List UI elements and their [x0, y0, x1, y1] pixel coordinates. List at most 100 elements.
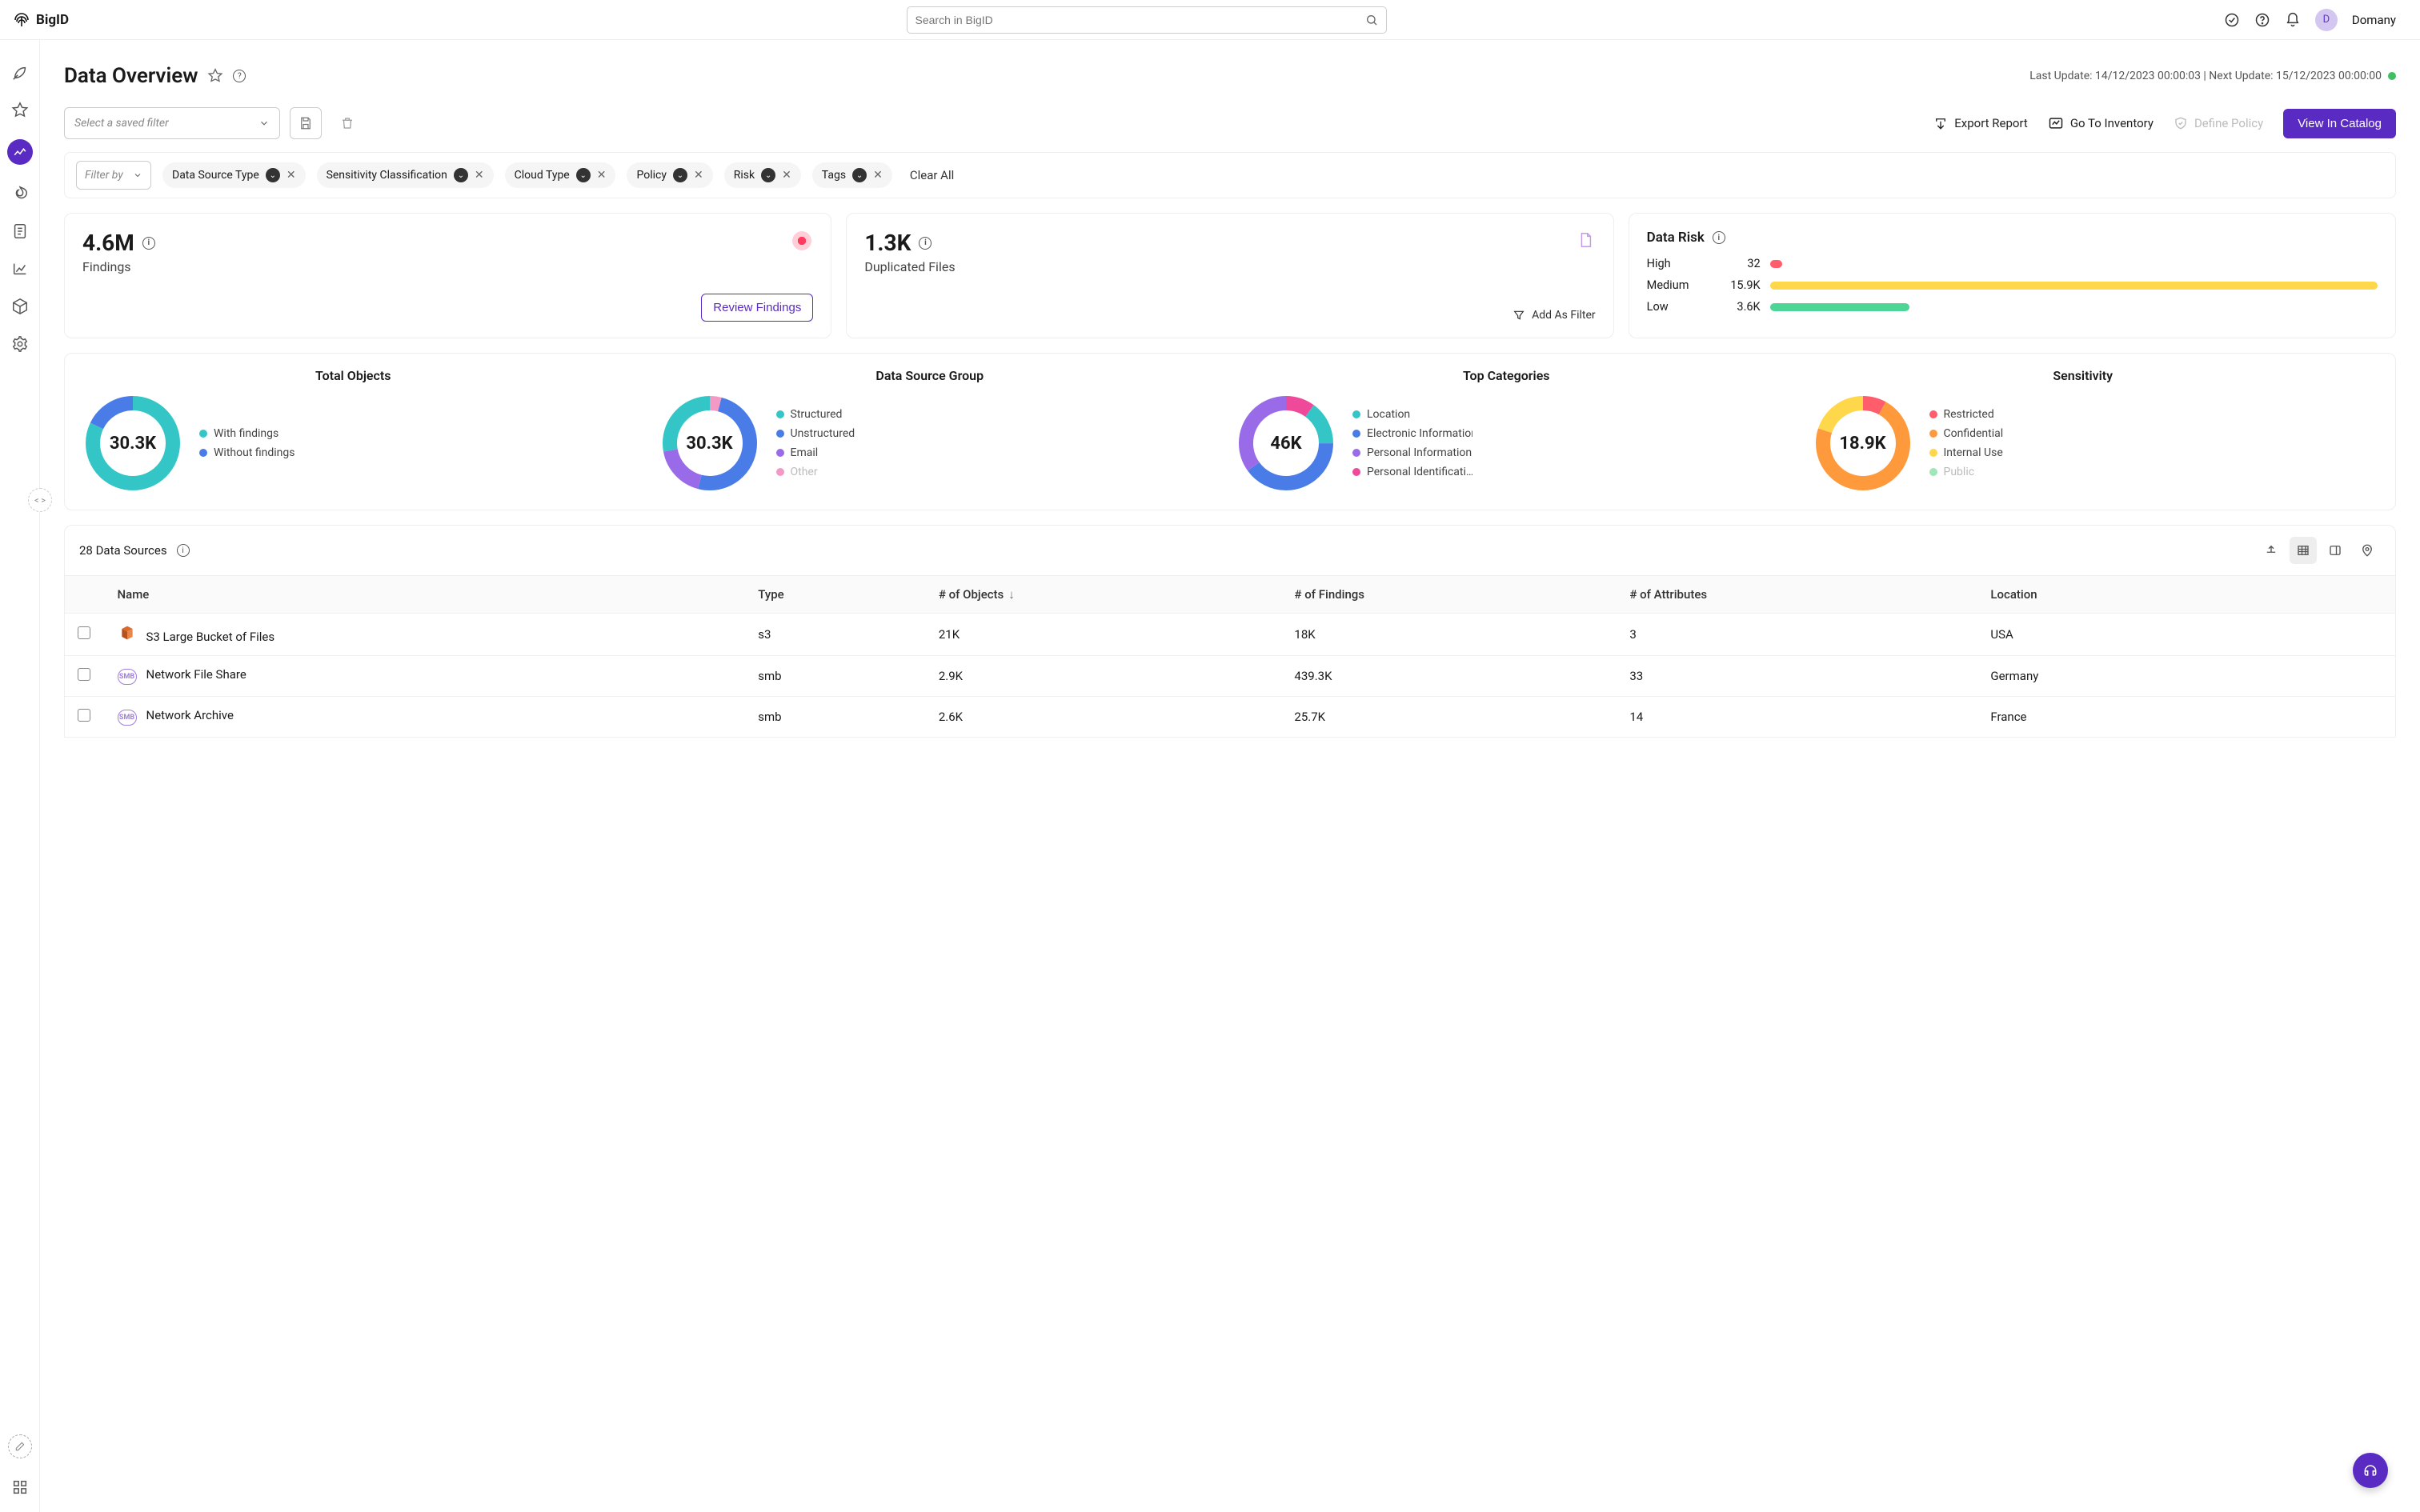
view-in-catalog-button[interactable]: View In Catalog: [2283, 109, 2396, 138]
legend-item[interactable]: Structured: [776, 408, 855, 421]
chevron-down-icon[interactable]: ⌄: [852, 168, 867, 182]
table-header[interactable]: Type: [745, 576, 926, 614]
filter-by-select[interactable]: Filter by: [76, 161, 151, 190]
legend-label: Other: [791, 466, 818, 478]
chevron-down-icon[interactable]: ⌄: [266, 168, 280, 182]
table-header[interactable]: Location: [1977, 576, 2235, 614]
favorite-star-icon[interactable]: [207, 68, 223, 84]
risk-bar: [1770, 260, 1782, 268]
table-header[interactable]: Name: [105, 576, 746, 614]
nav-gear-icon[interactable]: [11, 335, 29, 353]
nav-cube-icon[interactable]: [11, 298, 29, 315]
chevron-down-icon[interactable]: ⌄: [454, 168, 468, 182]
main-content: Data Overview ? Last Update: 14/12/2023 …: [40, 40, 2420, 1512]
legend-label: Restricted: [1944, 408, 1994, 421]
table-view-button[interactable]: [2290, 537, 2317, 564]
go-to-inventory-button[interactable]: Go To Inventory: [2048, 115, 2154, 131]
legend-item[interactable]: Personal Information: [1352, 446, 1472, 459]
filter-chip[interactable]: Sensitivity Classification ⌄ ✕: [317, 162, 494, 188]
table-header[interactable]: # of Objects↓: [926, 576, 1282, 614]
donut-chart[interactable]: 18.9K: [1811, 391, 1915, 495]
export-report-button[interactable]: Export Report: [1933, 116, 2028, 130]
bell-icon[interactable]: [2285, 12, 2301, 28]
chip-close-icon[interactable]: ✕: [286, 169, 296, 182]
delete-filter-button[interactable]: [331, 107, 363, 139]
saved-filter-select[interactable]: Select a saved filter: [64, 107, 280, 139]
page-info-icon[interactable]: ?: [233, 70, 246, 82]
save-filter-button[interactable]: [290, 107, 322, 139]
data-risk-info-icon[interactable]: i: [1713, 231, 1725, 244]
row-checkbox[interactable]: [78, 626, 90, 639]
legend-item[interactable]: Electronic Information: [1352, 427, 1472, 440]
chevron-down-icon[interactable]: ⌄: [761, 168, 775, 182]
global-search[interactable]: [907, 6, 1387, 34]
legend-item[interactable]: Without findings: [199, 446, 294, 459]
donut-center-value: 30.3K: [81, 391, 185, 495]
legend-dot-icon: [776, 449, 784, 457]
review-findings-button[interactable]: Review Findings: [701, 294, 813, 322]
legend-item[interactable]: Unstructured: [776, 427, 855, 440]
legend-item[interactable]: Internal Use: [1929, 446, 2004, 459]
filter-chip[interactable]: Cloud Type ⌄ ✕: [505, 162, 616, 188]
chevron-down-icon[interactable]: ⌄: [673, 168, 687, 182]
search-input[interactable]: [916, 14, 1365, 26]
nav-fire-icon[interactable]: [11, 185, 29, 202]
donut-chart[interactable]: 46K: [1234, 391, 1338, 495]
check-icon[interactable]: [2224, 12, 2240, 28]
help-icon[interactable]: [2254, 12, 2270, 28]
filter-chip[interactable]: Data Source Type ⌄ ✕: [162, 162, 306, 188]
legend-item[interactable]: Restricted: [1929, 408, 2004, 421]
row-attributes: 14: [1617, 697, 1977, 738]
table-header[interactable]: # of Findings: [1281, 576, 1617, 614]
legend-item[interactable]: Other: [776, 466, 855, 478]
username[interactable]: Domany: [2352, 13, 2396, 27]
legend-item[interactable]: Confidential: [1929, 427, 2004, 440]
row-findings: 25.7K: [1281, 697, 1617, 738]
brand-logo[interactable]: BigID: [12, 10, 69, 30]
filter-chip[interactable]: Policy ⌄ ✕: [627, 162, 712, 188]
map-view-button[interactable]: [2354, 537, 2381, 564]
legend-item[interactable]: Personal Identificati…: [1352, 466, 1472, 478]
sidebar-expand-toggle[interactable]: < >: [28, 488, 52, 512]
filter-chip[interactable]: Tags ⌄ ✕: [812, 162, 892, 188]
chevron-down-icon[interactable]: ⌄: [576, 168, 591, 182]
legend-item[interactable]: Public: [1929, 466, 2004, 478]
nav-rocket-icon[interactable]: [11, 64, 29, 82]
data-sources-info-icon[interactable]: i: [177, 544, 190, 557]
row-checkbox[interactable]: [78, 668, 90, 681]
collapse-button[interactable]: [2258, 537, 2285, 564]
chip-close-icon[interactable]: ✕: [597, 169, 607, 182]
table-row[interactable]: SMBNetwork Archive smb 2.6K 25.7K 14 Fra…: [65, 697, 2396, 738]
donut-center-value: 18.9K: [1811, 391, 1915, 495]
table-icon: [2296, 543, 2310, 558]
chip-close-icon[interactable]: ✕: [694, 169, 703, 182]
row-checkbox[interactable]: [78, 709, 90, 722]
clear-all-button[interactable]: Clear All: [910, 168, 954, 182]
donut-chart[interactable]: 30.3K: [81, 391, 185, 495]
filter-chip[interactable]: Risk ⌄ ✕: [724, 162, 801, 188]
donut-chart[interactable]: 30.3K: [658, 391, 762, 495]
findings-info-icon[interactable]: i: [142, 237, 155, 250]
add-as-filter-button[interactable]: Add As Filter: [1512, 309, 1596, 322]
duplicated-value: 1.3K: [864, 230, 911, 256]
table-row[interactable]: SMBNetwork File Share smb 2.9K 439.3K 33…: [65, 656, 2396, 697]
nav-edit-icon[interactable]: [8, 1434, 32, 1458]
chip-close-icon[interactable]: ✕: [782, 169, 791, 182]
avatar[interactable]: D: [2315, 9, 2338, 31]
nav-star-icon[interactable]: [11, 102, 29, 119]
help-fab-button[interactable]: [2353, 1453, 2388, 1488]
nav-dashboard-icon[interactable]: [7, 139, 33, 165]
legend-item[interactable]: Location: [1352, 408, 1472, 421]
duplicated-info-icon[interactable]: i: [919, 237, 932, 250]
table-header[interactable]: # of Attributes: [1617, 576, 1977, 614]
nav-doc-icon[interactable]: [11, 222, 29, 240]
nav-chart-icon[interactable]: [11, 260, 29, 278]
legend-item[interactable]: With findings: [199, 427, 294, 440]
chip-close-icon[interactable]: ✕: [475, 169, 484, 182]
table-row[interactable]: S3 Large Bucket of Files s3 21K 18K 3 US…: [65, 614, 2396, 656]
chip-close-icon[interactable]: ✕: [873, 169, 883, 182]
legend-item[interactable]: Email: [776, 446, 855, 459]
file-icon: [1577, 231, 1594, 249]
split-view-button[interactable]: [2322, 537, 2349, 564]
nav-apps-icon[interactable]: [11, 1478, 29, 1496]
